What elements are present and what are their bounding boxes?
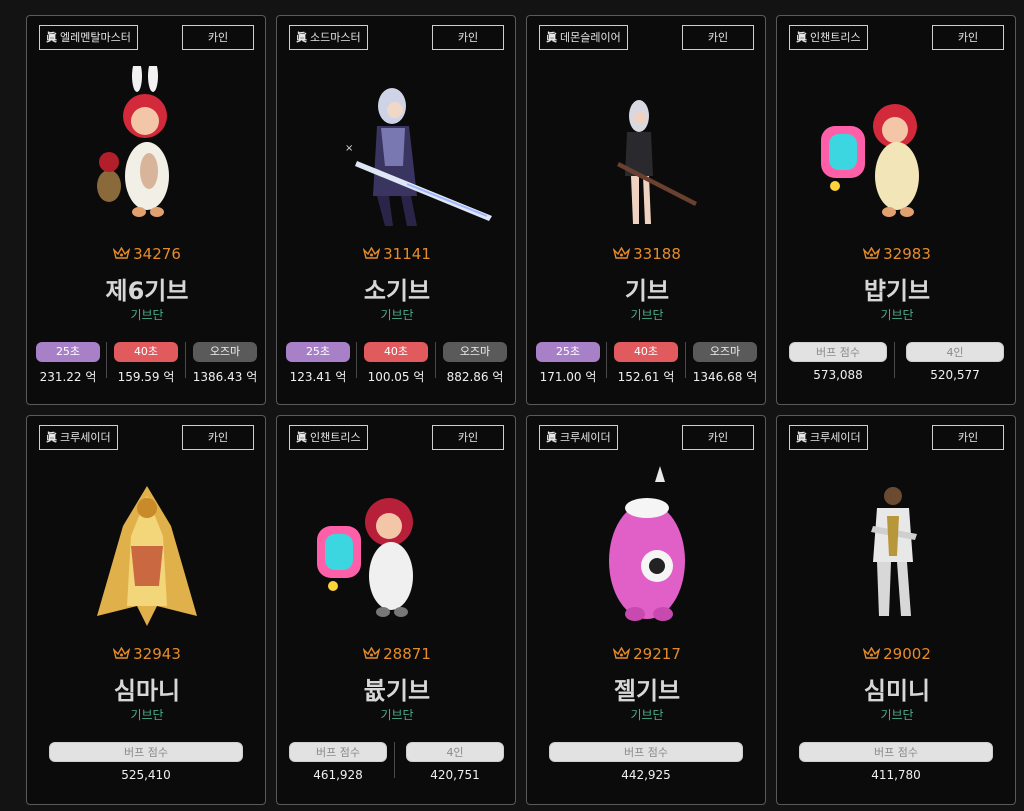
server-badge: 카인: [432, 25, 504, 50]
demon-slayer-sprite: [617, 100, 697, 224]
server-badge: 카인: [932, 425, 1004, 450]
crown-icon: [613, 647, 631, 659]
character-name[interactable]: 뱝기브: [777, 271, 1017, 306]
character-score: 32983: [777, 245, 1017, 263]
true-awakening-icon: 眞: [546, 31, 557, 44]
stat-ozma: 오즈마 1346.68 억: [689, 342, 761, 385]
crown-icon: [113, 647, 131, 659]
character-score: 31141: [277, 245, 517, 263]
crown-icon: [363, 647, 381, 659]
character-card[interactable]: 眞 데몬슬레이어 카인 33188 기브 기브단 25초 171.00 억 40초 1…: [526, 15, 766, 405]
job-badge: 眞 인챈트리스: [289, 425, 368, 450]
stat-divider: [106, 342, 107, 378]
golden-crusader-sprite: [97, 486, 197, 626]
stat-divider: [685, 342, 686, 378]
character-name[interactable]: 젤기브: [527, 671, 767, 706]
guild-name[interactable]: 기브단: [27, 706, 267, 723]
character-score: 33188: [527, 245, 767, 263]
guild-name[interactable]: 기브단: [527, 706, 767, 723]
character-score: 28871: [277, 645, 517, 663]
true-awakening-icon: 眞: [296, 431, 307, 444]
stat-40s: 40초 159.59 억: [113, 342, 179, 385]
stat-buff-score: 버프 점수 411,780: [799, 742, 993, 782]
character-score: 32943: [27, 645, 267, 663]
character-name[interactable]: 기브: [527, 271, 767, 306]
server-badge: 카인: [432, 425, 504, 450]
server-badge: 카인: [682, 425, 754, 450]
server-badge: 카인: [182, 25, 254, 50]
job-badge: 眞 엘레멘탈마스터: [39, 25, 138, 50]
svg-text:×: ×: [345, 143, 353, 154]
guild-name[interactable]: 기브단: [527, 306, 767, 323]
bunny-mage-sprite: [97, 66, 169, 217]
stat-40s: 40초 100.05 억: [363, 342, 429, 385]
stat-buff-score: 버프 점수 461,928: [289, 742, 387, 782]
true-awakening-icon: 眞: [46, 431, 57, 444]
swordmaster-sprite: ×: [345, 88, 492, 226]
stat-25s: 25초 123.41 억: [285, 342, 351, 385]
job-badge: 眞 크루세이더: [39, 425, 118, 450]
character-card[interactable]: 眞 크루세이더 카인 29002 심미니 기브단 버프 점수 411,780: [776, 415, 1016, 805]
stat-ozma: 오즈마 1386.43 억: [189, 342, 261, 385]
character-name[interactable]: 심미니: [777, 671, 1017, 706]
character-card[interactable]: 眞 인챈트리스 카인 32983 뱝기브 기브단 버프 점수 573,088 4인 5…: [776, 15, 1016, 405]
character-name[interactable]: 븂기브: [277, 671, 517, 706]
guild-name[interactable]: 기브단: [777, 706, 1017, 723]
stat-40s: 40초 152.61 억: [613, 342, 679, 385]
crown-icon: [613, 247, 631, 259]
crown-icon: [863, 247, 881, 259]
job-badge: 眞 크루세이더: [539, 425, 618, 450]
job-badge: 眞 데몬슬레이어: [539, 25, 628, 50]
true-awakening-icon: 眞: [46, 31, 57, 44]
server-badge: 카인: [182, 425, 254, 450]
true-awakening-icon: 眞: [546, 431, 557, 444]
character-score: 29002: [777, 645, 1017, 663]
character-name[interactable]: 제6기브: [27, 271, 267, 306]
stat-divider: [894, 342, 895, 378]
enchantress-sprite: [317, 498, 413, 617]
character-score: 34276: [27, 245, 267, 263]
white-crusader-sprite: [871, 487, 917, 616]
job-badge: 眞 소드마스터: [289, 25, 368, 50]
server-badge: 카인: [932, 25, 1004, 50]
enchantress-sprite: [821, 104, 919, 217]
stat-4-person: 4인 520,577: [906, 342, 1004, 382]
true-awakening-icon: 眞: [796, 431, 807, 444]
stat-25s: 25초 171.00 억: [535, 342, 601, 385]
crown-icon: [363, 247, 381, 259]
guild-name[interactable]: 기브단: [27, 306, 267, 323]
stat-ozma: 오즈마 882.86 억: [439, 342, 511, 385]
character-card[interactable]: 眞 엘레멘탈마스터 카인 34276 제6기브 기브단 25초 231.22 억 4…: [26, 15, 266, 405]
job-badge: 眞 크루세이더: [789, 425, 868, 450]
stat-divider: [606, 342, 607, 378]
pink-mascot-sprite: [609, 466, 685, 621]
server-badge: 카인: [682, 25, 754, 50]
character-name[interactable]: 소기브: [277, 271, 517, 306]
stat-buff-score: 버프 점수 442,925: [549, 742, 743, 782]
character-card[interactable]: 眞 크루세이더 카인 29217 젤기브 기브단 버프 점수 442,925: [526, 415, 766, 805]
stat-divider: [185, 342, 186, 378]
stat-25s: 25초 231.22 억: [35, 342, 101, 385]
character-score: 29217: [527, 645, 767, 663]
stat-divider: [435, 342, 436, 378]
character-name[interactable]: 심마니: [27, 671, 267, 706]
stat-divider: [394, 742, 395, 778]
true-awakening-icon: 眞: [796, 31, 807, 44]
stat-buff-score: 버프 점수 573,088: [789, 342, 887, 382]
stat-buff-score: 버프 점수 525,410: [49, 742, 243, 782]
character-card[interactable]: 眞 크루세이더 카인 32943 심마니 기브단 버프 점수 525,410: [26, 415, 266, 805]
true-awakening-icon: 眞: [296, 31, 307, 44]
guild-name[interactable]: 기브단: [277, 306, 517, 323]
stat-4-person: 4인 420,751: [406, 742, 504, 782]
guild-name[interactable]: 기브단: [277, 706, 517, 723]
guild-name[interactable]: 기브단: [777, 306, 1017, 323]
job-badge: 眞 인챈트리스: [789, 25, 868, 50]
character-card[interactable]: 眞 인챈트리스 카인 28871 븂기브 기브단 버프 점수 461,928 4인 4…: [276, 415, 516, 805]
character-card[interactable]: 眞 소드마스터 카인 × 31141 소기브 기브단 25초 123.41 억 40…: [276, 15, 516, 405]
crown-icon: [113, 247, 131, 259]
crown-icon: [863, 647, 881, 659]
stat-divider: [356, 342, 357, 378]
